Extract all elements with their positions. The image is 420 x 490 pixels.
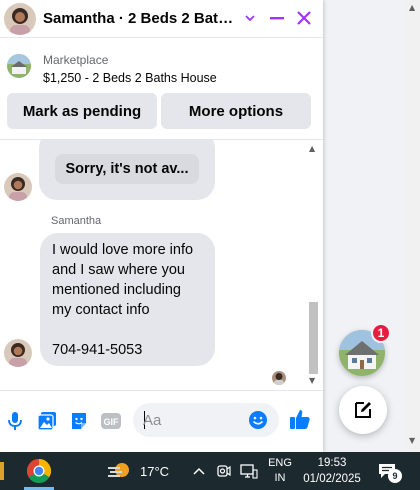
chevron-up-icon[interactable] (192, 452, 206, 490)
new-message-button[interactable] (339, 386, 387, 434)
chrome-icon[interactable] (26, 452, 52, 490)
message-composer: GIF (0, 390, 323, 452)
scroll-down-arrow-icon[interactable]: ▼ (409, 437, 415, 445)
windows-taskbar: 17°C ENG IN 19:53 01/02/2025 9 (0, 452, 420, 490)
thumbs-up-icon[interactable] (289, 408, 311, 430)
weather-icon[interactable] (106, 452, 132, 490)
sender-avatar[interactable] (4, 173, 32, 201)
message-input[interactable] (143, 410, 247, 430)
photo-icon[interactable] (36, 410, 58, 432)
listing-actions: Mark as pending More options (7, 93, 311, 129)
message-input-container[interactable] (133, 403, 279, 437)
language-indicator[interactable]: ENG IN (268, 456, 292, 486)
emoji-icon[interactable] (247, 409, 269, 431)
page-scrollbar[interactable]: ▲ ▼ (406, 0, 420, 452)
mark-as-pending-button[interactable]: Mark as pending (7, 93, 157, 129)
camera-icon[interactable] (216, 452, 232, 490)
chat-title[interactable]: Samantha · 2 Beds 2 Baths... (43, 10, 239, 27)
sender-name: Samantha (51, 215, 102, 227)
listing-source: Marketplace (43, 53, 109, 67)
scroll-up-arrow-icon[interactable]: ▲ (309, 144, 315, 153)
language-code: ENG (268, 457, 292, 469)
weather-temperature[interactable]: 17°C (140, 452, 169, 490)
taskbar-app-icon[interactable] (0, 452, 8, 490)
clock-time: 19:53 (317, 457, 347, 469)
marketplace-listing[interactable]: Marketplace $1,250 - 2 Beds 2 Baths Hous… (0, 44, 323, 92)
notification-count-badge: 9 (388, 469, 402, 483)
message-thread: Sorry, it's not av... Samantha I would l… (0, 140, 323, 390)
scrollbar-thumb[interactable] (309, 302, 318, 374)
microphone-icon[interactable] (4, 410, 26, 432)
close-icon[interactable] (293, 7, 315, 29)
minimize-icon[interactable] (266, 7, 288, 29)
chevron-down-icon[interactable] (239, 7, 261, 29)
scroll-up-arrow-icon[interactable]: ▲ (409, 4, 415, 12)
chat-window: Samantha · 2 Beds 2 Baths... Marketplace… (0, 0, 323, 452)
more-options-button[interactable]: More options (161, 93, 311, 129)
scroll-down-arrow-icon[interactable]: ▼ (309, 376, 315, 385)
sticker-icon[interactable] (68, 410, 90, 432)
unread-badge: 1 (371, 323, 391, 343)
message-bubble-text: I would love more info and I saw where y… (40, 233, 215, 366)
chat-header[interactable]: Samantha · 2 Beds 2 Baths... (0, 0, 323, 38)
contact-avatar[interactable] (4, 2, 36, 35)
network-icon[interactable] (240, 452, 258, 490)
region-code: IN (274, 472, 286, 484)
compose-icon (355, 402, 371, 418)
clock[interactable]: 19:53 01/02/2025 (300, 455, 364, 487)
gif-icon[interactable]: GIF (100, 410, 122, 432)
svg-text:GIF: GIF (104, 417, 120, 427)
sender-avatar[interactable] (4, 339, 32, 367)
thread-scrollbar[interactable]: ▲ ▼ (306, 140, 320, 390)
listing-title[interactable]: $1,250 - 2 Beds 2 Baths House (43, 71, 217, 85)
auto-reply-card[interactable]: Sorry, it's not av... (55, 154, 199, 184)
seen-indicator-avatar (272, 371, 286, 385)
listing-thumbnail[interactable] (7, 54, 31, 78)
clock-date: 01/02/2025 (303, 473, 361, 485)
